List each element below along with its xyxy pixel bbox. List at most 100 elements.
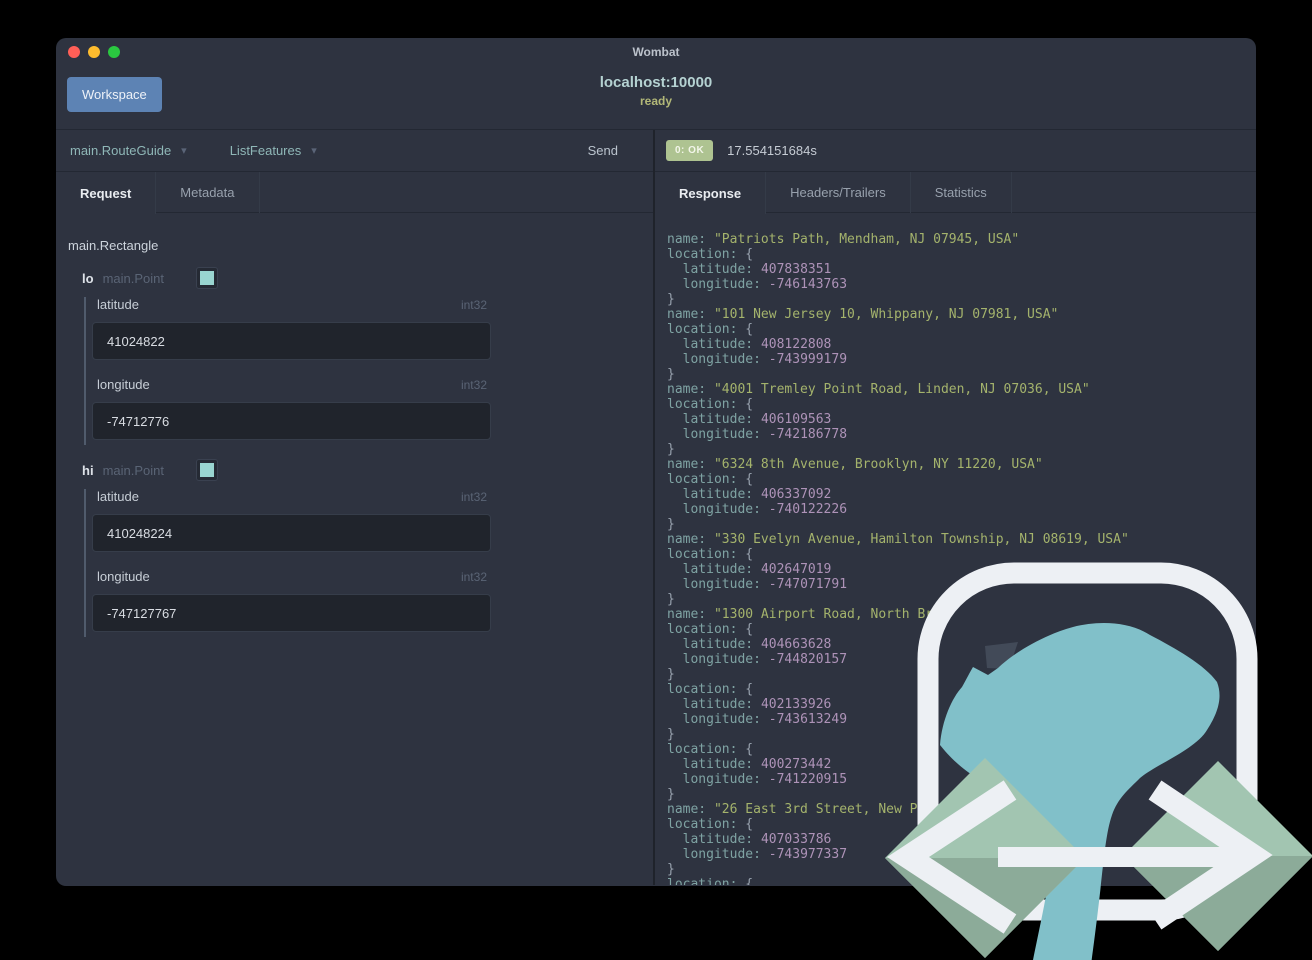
- field-name: hi: [82, 462, 94, 478]
- field-input-longitude[interactable]: -747127767: [92, 594, 491, 632]
- response-line: longitude: -743999179: [682, 352, 848, 367]
- response-line: latitude: 404663628: [682, 637, 832, 652]
- response-line: longitude: -740122226: [682, 502, 848, 517]
- service-select[interactable]: main.RouteGuide ▾: [70, 143, 187, 158]
- method-name: ListFeatures: [229, 143, 302, 158]
- form-field: longitude int32 -74712776: [92, 377, 653, 440]
- response-line: }: [667, 862, 675, 877]
- response-line: location: {: [667, 472, 754, 487]
- response-line: name: "26 East 3rd Street, New Pr: [667, 802, 926, 817]
- response-line: longitude: -742186778: [682, 427, 848, 442]
- send-button[interactable]: Send: [588, 143, 618, 158]
- field-input-latitude[interactable]: 41024822: [92, 322, 491, 360]
- tab-headers-trailers[interactable]: Headers/Trailers: [766, 172, 911, 213]
- response-line: location: {: [667, 877, 754, 885]
- response-line: }: [667, 367, 675, 382]
- result-bar: 0: OK 17.554151684s: [655, 130, 1256, 172]
- request-tabs: Request Metadata: [56, 172, 653, 214]
- wombat-window: Wombat Workspace localhost:10000 ready m…: [56, 38, 1256, 886]
- form-field: latitude int32 410248224: [92, 489, 653, 552]
- response-line: name: "1300 Airport Road, North Br: [667, 607, 934, 622]
- field-group-body: latitude int32 410248224 longitude int32 -747…: [84, 489, 653, 637]
- response-line: latitude: 402647019: [682, 562, 832, 577]
- field-type: main.Point: [102, 270, 164, 286]
- response-line: }: [667, 787, 675, 802]
- field-label: latitude: [97, 489, 139, 504]
- tab-metadata[interactable]: Metadata: [156, 172, 260, 213]
- service-name: main.RouteGuide: [70, 143, 172, 158]
- response-line: longitude: -743977337: [682, 847, 848, 862]
- chevron-down-icon: ▾: [311, 145, 317, 157]
- response-line: }: [667, 667, 675, 682]
- response-line: longitude: -743613249: [682, 712, 848, 727]
- response-line: name: "Patriots Path, Mendham, NJ 07945,…: [667, 232, 1020, 247]
- field-group-body: latitude int32 41024822 longitude int32 -7471…: [84, 297, 653, 445]
- chevron-down-icon: ▾: [181, 145, 187, 157]
- field-checkbox[interactable]: [195, 459, 218, 481]
- window-title: Wombat: [632, 45, 680, 59]
- response-panel: 0: OK 17.554151684s Response Headers/Trai…: [655, 130, 1256, 885]
- field-name: lo: [82, 270, 94, 286]
- request-form: main.Rectangle lo main.Point latitude int32…: [56, 213, 653, 885]
- checkbox-check: [199, 271, 214, 285]
- response-line: location: {: [667, 742, 754, 757]
- response-line: }: [667, 442, 675, 457]
- response-line: location: {: [667, 682, 754, 697]
- response-line: longitude: -744820157: [682, 652, 848, 667]
- checkbox-check: [199, 463, 214, 477]
- response-line: latitude: 408122808: [682, 337, 832, 352]
- field-type-hint: int32: [460, 490, 487, 504]
- response-line: }: [667, 292, 675, 307]
- field-label-row: longitude int32: [92, 569, 491, 584]
- duration-label: 17.554151684s: [727, 143, 817, 158]
- field-group-lo: lo main.Point latitude int32 41024822 longitu…: [68, 267, 653, 445]
- response-line: location: {: [667, 622, 754, 637]
- field-checkbox[interactable]: [195, 267, 218, 289]
- response-line: }: [667, 592, 675, 607]
- form-field: latitude int32 41024822: [92, 297, 653, 360]
- method-select[interactable]: ListFeatures ▾: [230, 143, 317, 158]
- tab-statistics[interactable]: Statistics: [911, 172, 1012, 213]
- field-group-hi: hi main.Point latitude int32 410248224 longit…: [68, 459, 653, 637]
- server-address: localhost:10000: [599, 74, 713, 91]
- response-line: name: "101 New Jersey 10, Whippany, NJ 0…: [667, 307, 1059, 322]
- response-line: latitude: 406109563: [682, 412, 832, 427]
- response-line: longitude: -741220915: [682, 772, 848, 787]
- response-line: name: "4001 Tremley Point Road, Linden, …: [667, 382, 1090, 397]
- response-line: }: [667, 517, 675, 532]
- response-line: name: "6324 8th Avenue, Brooklyn, NY 112…: [667, 457, 1043, 472]
- response-line: location: {: [667, 547, 754, 562]
- field-group-header: lo main.Point: [82, 267, 653, 289]
- response-line: location: {: [667, 817, 754, 832]
- field-type: main.Point: [102, 462, 164, 478]
- connection-header: Workspace localhost:10000 ready: [56, 66, 1256, 130]
- connection-status: ready: [639, 94, 673, 108]
- field-label-row: latitude int32: [92, 489, 491, 504]
- response-line: location: {: [667, 322, 754, 337]
- response-line: location: {: [667, 247, 754, 262]
- response-line: location: {: [667, 397, 754, 412]
- response-line: latitude: 407838351: [682, 262, 832, 277]
- response-output[interactable]: name: "Patriots Path, Mendham, NJ 07945,…: [655, 213, 1256, 885]
- tab-response[interactable]: Response: [655, 172, 767, 214]
- titlebar: Wombat: [56, 38, 1256, 66]
- response-line: name: "330 Evelyn Avenue, Hamilton Towns…: [667, 532, 1129, 547]
- field-label: longitude: [97, 377, 150, 392]
- response-line: }: [667, 727, 675, 742]
- field-label: longitude: [97, 569, 150, 584]
- request-toolbar: main.RouteGuide ▾ ListFeatures ▾ Send: [56, 130, 653, 172]
- status-badge: 0: OK: [666, 140, 714, 161]
- field-type-hint: int32: [460, 298, 487, 312]
- request-form-groups: lo main.Point latitude int32 41024822 longitu…: [68, 267, 653, 637]
- field-type-hint: int32: [460, 378, 487, 392]
- field-label-row: latitude int32: [92, 297, 491, 312]
- field-label-row: longitude int32: [92, 377, 491, 392]
- tab-request[interactable]: Request: [56, 172, 157, 214]
- response-line: longitude: -746143763: [682, 277, 848, 292]
- form-field: longitude int32 -747127767: [92, 569, 653, 632]
- response-line: longitude: -747071791: [682, 577, 848, 592]
- field-input-longitude[interactable]: -74712776: [92, 402, 491, 440]
- field-type-hint: int32: [460, 570, 487, 584]
- field-input-latitude[interactable]: 410248224: [92, 514, 491, 552]
- response-tabs: Response Headers/Trailers Statistics: [655, 172, 1256, 214]
